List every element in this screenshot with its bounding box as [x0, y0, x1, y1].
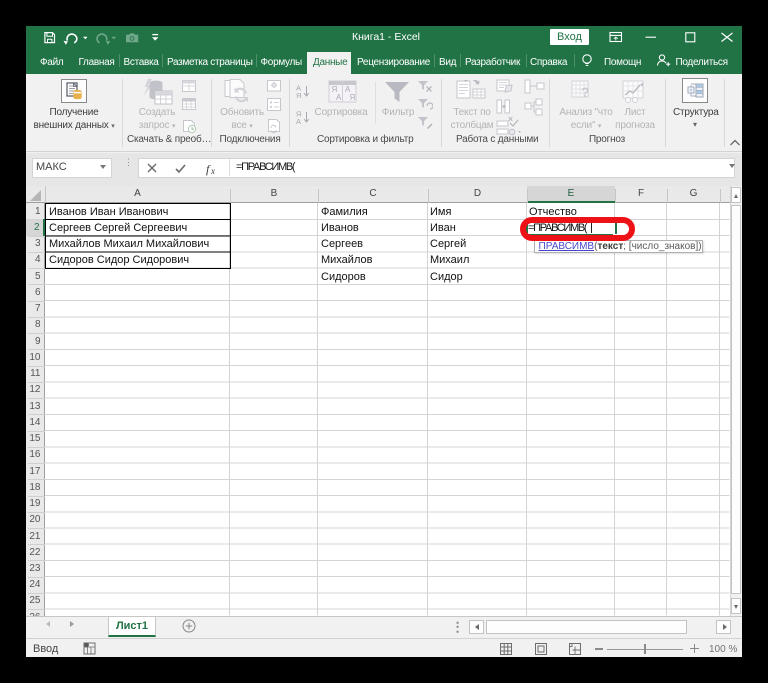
svg-text:А: А	[336, 93, 342, 102]
svg-text:Я: Я	[296, 91, 301, 100]
svg-text:Я: Я	[350, 93, 356, 102]
svg-text:?: ?	[581, 84, 590, 100]
svg-text:x: x	[210, 166, 215, 176]
svg-text:А: А	[296, 117, 301, 126]
